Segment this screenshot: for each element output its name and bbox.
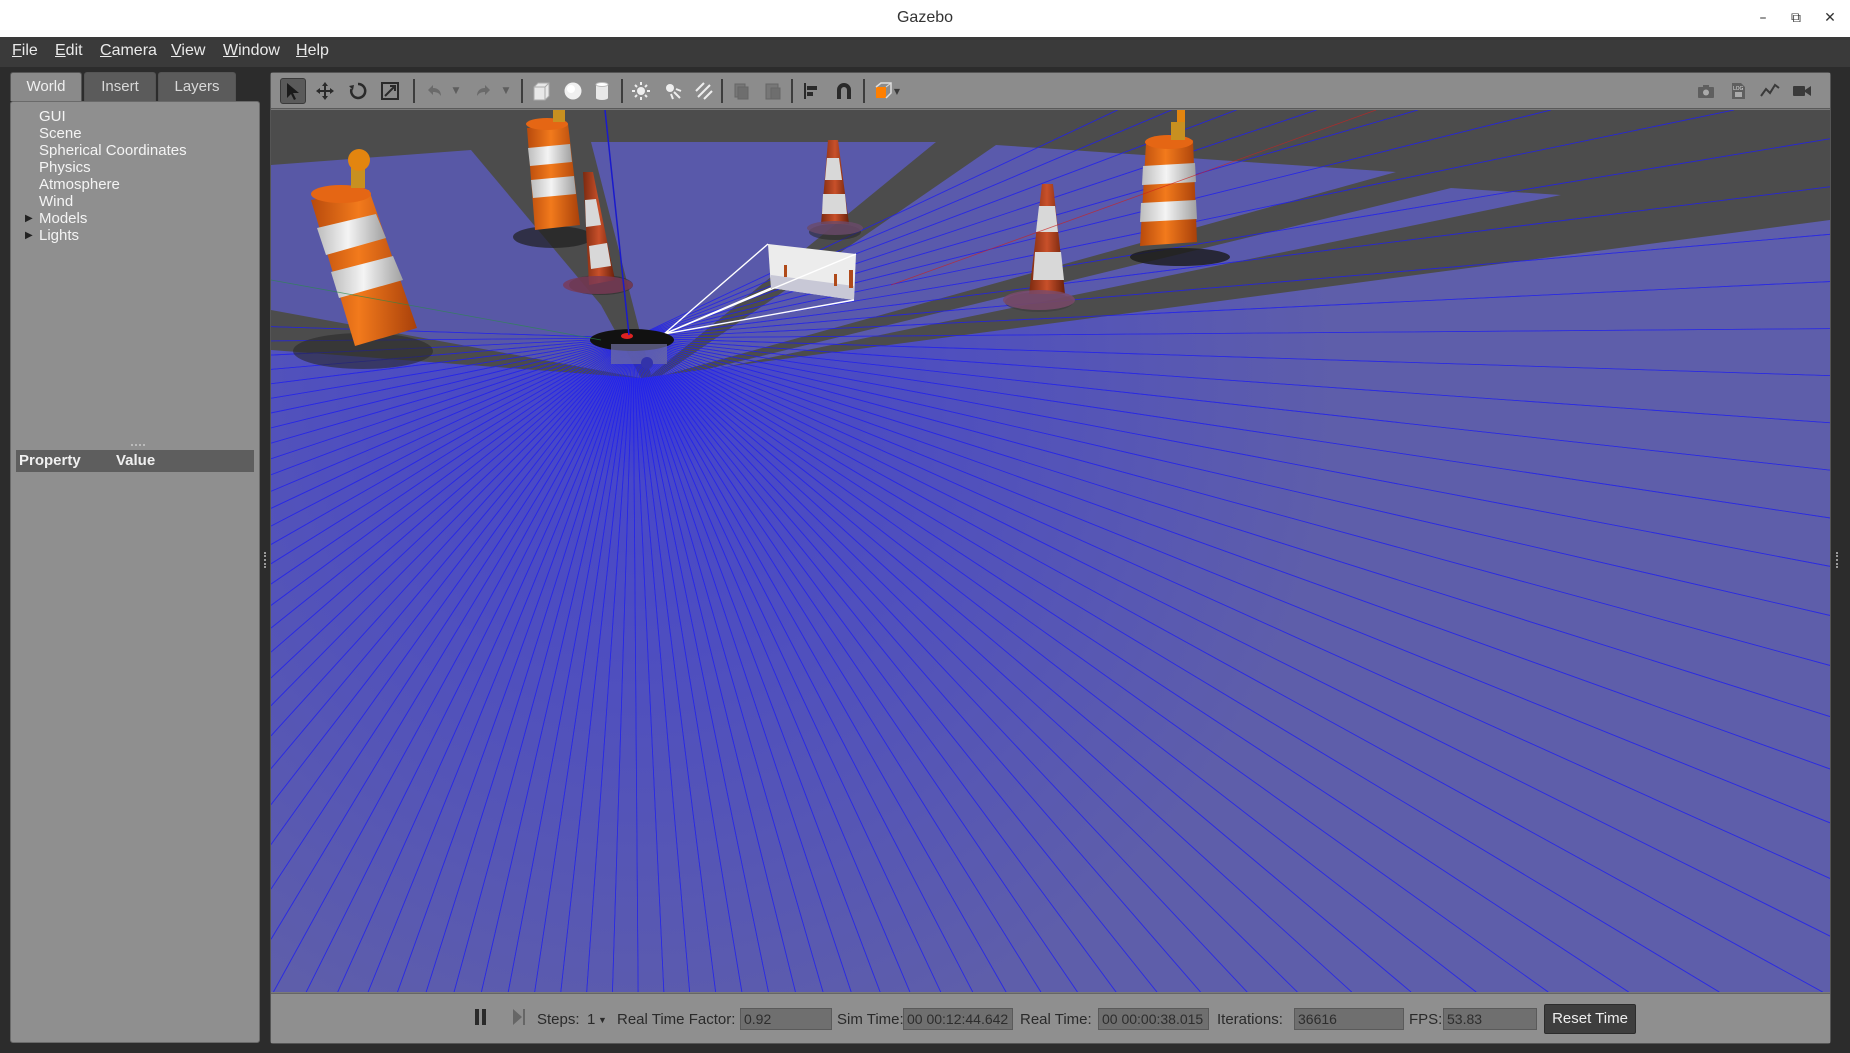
menu-camera[interactable]: Camera [100,42,157,60]
undo-history-dropdown-icon[interactable]: ▼ [449,78,463,104]
minimize-button[interactable]: – [1753,8,1773,28]
tree-item-gui[interactable]: GUI [39,108,187,125]
sim-time-field: 00 00:12:44.642 [903,1008,1013,1030]
menu-view[interactable]: View [171,42,205,60]
viewport-toolbar: ▼ ▼ ▼ LOG [271,73,1830,109]
select-arrow-icon[interactable] [280,78,306,104]
window-title: Gazebo [896,9,954,26]
align-icon[interactable] [798,78,824,104]
expand-arrow-icon[interactable]: ▶ [25,227,33,244]
translate-icon[interactable] [312,78,338,104]
sim-time-label: Sim Time: [837,1011,904,1028]
undo-icon[interactable] [421,78,447,104]
property-table-header: Property Value [16,450,254,472]
right-splitter-handle[interactable] [1836,552,1839,568]
tab-insert[interactable]: Insert [84,72,156,101]
steps-dropdown-icon[interactable]: ▼ [598,1015,607,1025]
iterations-field: 36616 [1294,1008,1404,1030]
copy-icon[interactable] [728,78,754,104]
world-tree: GUI Scene Spherical Coordinates Physics … [25,108,187,244]
world-panel: GUI Scene Spherical Coordinates Physics … [10,101,260,1043]
property-column-header[interactable]: Property [19,452,81,469]
title-bar: Gazebo – ⧉ ✕ [0,0,1850,37]
paste-icon[interactable] [760,78,786,104]
tree-item-scene[interactable]: Scene [39,125,187,142]
view-angle-dropdown-icon[interactable]: ▼ [891,78,903,104]
simulation-status-bar: Steps: 1 ▼ Real Time Factor: 0.92 Sim Ti… [271,993,1830,1043]
real-time-factor-label: Real Time Factor: [617,1011,736,1028]
fps-label: FPS: [1409,1011,1443,1028]
close-button[interactable]: ✕ [1820,8,1840,28]
directional-light-icon[interactable] [691,78,717,104]
snap-magnet-icon[interactable] [831,78,857,104]
menu-window[interactable]: Window [223,42,280,60]
value-column-header[interactable]: Value [116,452,155,469]
scene-render [271,110,1830,992]
menu-bar: File Edit Camera View Window Help [0,37,1850,67]
3d-scene-view[interactable] [271,110,1830,992]
box-icon[interactable] [528,78,554,104]
steps-value[interactable]: 1 [587,1011,595,1028]
tree-item-atmosphere[interactable]: Atmosphere [39,176,187,193]
menu-help[interactable]: Help [296,42,329,60]
real-time-label: Real Time: [1020,1011,1092,1028]
fps-field: 53.83 [1443,1008,1537,1030]
pause-icon[interactable] [474,1008,488,1026]
iterations-label: Iterations: [1217,1011,1283,1028]
panel-tabs: World Insert Layers [10,72,260,102]
menu-file[interactable]: File [12,42,38,60]
tree-item-physics[interactable]: Physics [39,159,187,176]
point-light-icon[interactable] [628,78,654,104]
tree-item-lights[interactable]: ▶ Lights [25,227,187,244]
steps-label: Steps: [537,1011,580,1028]
video-record-icon[interactable] [1789,78,1815,104]
real-time-factor-field: 0.92 [740,1008,832,1030]
restore-button[interactable]: ⧉ [1786,8,1806,28]
plot-icon[interactable] [1757,78,1783,104]
step-forward-icon[interactable] [512,1008,526,1026]
log-icon[interactable]: LOG [1725,78,1751,104]
tree-item-spherical-coordinates[interactable]: Spherical Coordinates [39,142,187,159]
expand-arrow-icon[interactable]: ▶ [25,210,33,227]
redo-history-dropdown-icon[interactable]: ▼ [499,78,513,104]
tab-world[interactable]: World [10,72,82,101]
panel-splitter[interactable] [131,444,145,446]
menu-edit[interactable]: Edit [55,42,83,60]
svg-text:LOG: LOG [1733,86,1744,92]
redo-icon[interactable] [471,78,497,104]
render-viewport-frame: ▼ ▼ ▼ LOG Steps: 1 ▼ Real Time Factor: 0… [270,72,1831,1044]
real-time-field: 00 00:00:38.015 [1098,1008,1209,1030]
scale-icon[interactable] [377,78,403,104]
tree-item-wind[interactable]: Wind [39,193,187,210]
spot-light-icon[interactable] [660,78,686,104]
left-splitter-handle[interactable] [264,552,267,568]
cylinder-icon[interactable] [589,78,615,104]
left-panel: World Insert Layers GUI Scene Spherical … [10,70,260,1043]
reset-time-button[interactable]: Reset Time [1544,1004,1636,1034]
rotate-icon[interactable] [345,78,371,104]
sphere-icon[interactable] [560,78,586,104]
screenshot-icon[interactable] [1693,78,1719,104]
tab-layers[interactable]: Layers [158,72,236,101]
tree-item-models[interactable]: ▶ Models [25,210,187,227]
